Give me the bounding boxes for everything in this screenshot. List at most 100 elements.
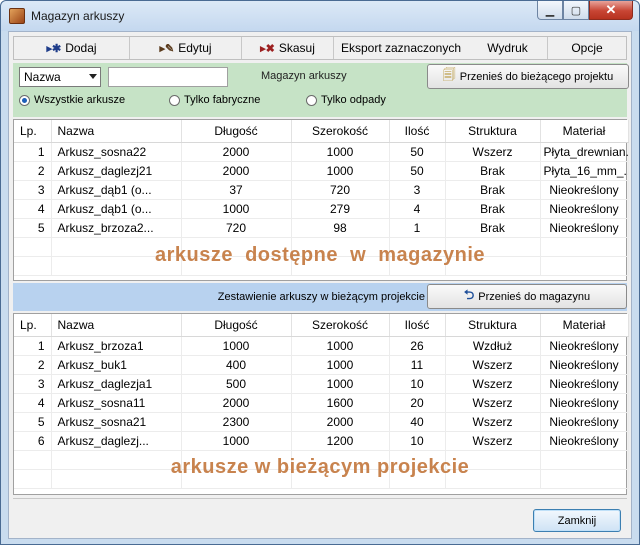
export-button[interactable]: Eksport zaznaczonych (334, 37, 468, 59)
column-header[interactable]: Struktura (445, 120, 541, 143)
column-header[interactable]: Szerokość (291, 314, 390, 337)
title-bar[interactable]: Magazyn arkuszy ▁ ▢ ✕ (1, 1, 639, 31)
table-row[interactable]: 1 Arkusz_sosna22 2000 1000 50 Wszerz Płyta_dre… (14, 142, 629, 162)
radio-waste-only[interactable]: Tylko odpady (306, 94, 386, 106)
delete-label: Skasuj (278, 41, 315, 55)
table-row[interactable]: 5 Arkusz_sosna21 2300 2000 40 Wszerz Nieokreśl… (14, 412, 629, 432)
table-cell: Nieokreślony (540, 336, 629, 356)
table-row[interactable]: 1 Arkusz_brzoza1 1000 1000 26 Wzdłuż Nieokreśl… (14, 336, 629, 356)
column-header[interactable]: Struktura (445, 314, 541, 337)
table-cell (540, 469, 629, 489)
table-cell: Wszerz (445, 142, 541, 162)
table-cell (51, 256, 182, 276)
table-cell: Arkusz_brzoza2... (51, 218, 182, 238)
table-row[interactable]: 4 Arkusz_sosna11 2000 1600 20 Wszerz Nieokreśl… (14, 393, 629, 413)
table-cell: Wszerz (445, 393, 541, 413)
table-cell: 500 (181, 374, 292, 394)
table-cell: 4 (389, 199, 446, 219)
project-sheets-table[interactable]: Lp. Nazwa Długość Szerokość Ilość Struktura Ma… (13, 313, 629, 495)
table-cell: 5 (14, 218, 52, 238)
table-cell: 1000 (181, 431, 292, 451)
radio-factory-label: Tylko fabryczne (184, 94, 261, 106)
table-cell (445, 469, 541, 489)
close-button[interactable]: Zamknij (533, 509, 621, 532)
column-header[interactable]: Szerokość (291, 120, 390, 143)
table-cell (291, 450, 390, 470)
table-cell (540, 256, 629, 276)
table-cell: 2 (14, 161, 52, 181)
table-cell: 1 (14, 336, 52, 356)
column-header[interactable]: Długość (181, 314, 292, 337)
radio-factory-only[interactable]: Tylko fabryczne (169, 94, 260, 106)
table-cell: Arkusz_dąb1 (o... (51, 180, 182, 200)
table-cell (181, 237, 292, 257)
table-cell: Arkusz_brzoza1 (51, 336, 182, 356)
column-header[interactable]: Materiał (540, 120, 629, 143)
table-cell: Nieokreślony (540, 199, 629, 219)
table-cell: 1000 (291, 161, 390, 181)
column-header[interactable]: Materiał (540, 314, 629, 337)
edit-button[interactable]: ▸✎ Edytuj (130, 37, 242, 59)
column-header[interactable]: Lp. (14, 314, 52, 337)
table-cell: 40 (389, 412, 446, 432)
table-cell: Arkusz_daglezja1 (51, 374, 182, 394)
search-field-select[interactable]: Nazwa (19, 67, 101, 87)
table-row[interactable]: 2 Arkusz_daglezj21 2000 1000 50 Brak Płyta_16_… (14, 161, 629, 181)
table-row[interactable]: 6 Arkusz_daglezj... 1000 1200 10 Wszerz Nieokr… (14, 431, 629, 451)
table-cell: 2000 (291, 412, 390, 432)
radio-indicator (306, 94, 317, 106)
close-window-button[interactable]: ✕ (589, 1, 633, 20)
table-row[interactable]: 2 Arkusz_buk1 400 1000 11 Wszerz Nieokreślony (14, 355, 629, 375)
table-cell: 2 (14, 355, 52, 375)
warehouse-sheets-table[interactable]: Lp. Nazwa Długość Szerokość Ilość Struktura Ma… (13, 119, 629, 281)
table-cell: 11 (389, 355, 446, 375)
table-cell (181, 469, 292, 489)
table-cell: 1000 (291, 142, 390, 162)
print-button[interactable]: Wydruk (468, 37, 548, 59)
options-button[interactable]: Opcje (548, 37, 626, 59)
table-cell (445, 256, 541, 276)
table-cell: Nieokreślony (540, 180, 629, 200)
maximize-button[interactable]: ▢ (563, 1, 589, 20)
table-row[interactable]: 5 Arkusz_brzoza2... 720 98 1 Brak Nieokreślony (14, 218, 629, 238)
transfer-to-project-label: Przenieś do bieżącego projektu (459, 70, 614, 83)
close-icon: ✕ (605, 2, 617, 17)
column-header[interactable]: Długość (181, 120, 292, 143)
search-input[interactable] (108, 67, 228, 87)
table-cell: Arkusz_daglezj... (51, 431, 182, 451)
table-cell (389, 256, 446, 276)
add-button[interactable]: ▸✱ Dodaj (14, 37, 130, 59)
export-label: Eksport zaznaczonych (340, 41, 462, 55)
table-cell (389, 237, 446, 257)
toolbar: ▸✱ Dodaj ▸✎ Edytuj ▸✖ Skasuj Eksport zaz… (13, 36, 627, 60)
column-header[interactable]: Nazwa (51, 314, 182, 337)
transfer-to-project-button[interactable]: 🗐 Przenieś do bieżącego projektu (427, 64, 629, 89)
column-header[interactable]: Nazwa (51, 120, 182, 143)
table-cell: 720 (181, 218, 292, 238)
table-row[interactable]: 3 Arkusz_dąb1 (o... 37 720 3 Brak Nieokreślony (14, 180, 629, 200)
minimize-button[interactable]: ▁ (537, 1, 563, 20)
radio-indicator (19, 94, 30, 106)
search-field-value: Nazwa (24, 70, 61, 84)
column-header[interactable]: Lp. (14, 120, 52, 143)
delete-button[interactable]: ▸✖ Skasuj (242, 37, 334, 59)
table-cell: 279 (291, 199, 390, 219)
table-cell: Brak (445, 161, 541, 181)
table-cell (14, 469, 52, 489)
sheets-stack-icon: 🗐 (442, 66, 456, 82)
table-cell (445, 450, 541, 470)
chevron-down-icon (89, 74, 97, 79)
table-header-row: Lp. Nazwa Długość Szerokość Ilość Struktura Ma… (14, 120, 629, 143)
table-row[interactable]: 4 Arkusz_dąb1 (o... 1000 279 4 Brak Nieokreślo… (14, 199, 629, 219)
column-header[interactable]: Ilość (389, 120, 446, 143)
transfer-to-warehouse-label: Przenieś do magazynu (478, 290, 591, 303)
table-cell: 1200 (291, 431, 390, 451)
column-header[interactable]: Ilość (389, 314, 446, 337)
table-cell: Wszerz (445, 374, 541, 394)
table-row[interactable]: 3 Arkusz_daglezja1 500 1000 10 Wszerz Nieokreś… (14, 374, 629, 394)
radio-all-sheets[interactable]: Wszystkie arkusze (19, 94, 125, 106)
transfer-to-warehouse-button[interactable]: ⮌ Przenieś do magazynu (427, 284, 627, 309)
maximize-icon: ▢ (570, 4, 582, 17)
add-icon: ▸✱ (46, 42, 62, 55)
table-cell (14, 450, 52, 470)
